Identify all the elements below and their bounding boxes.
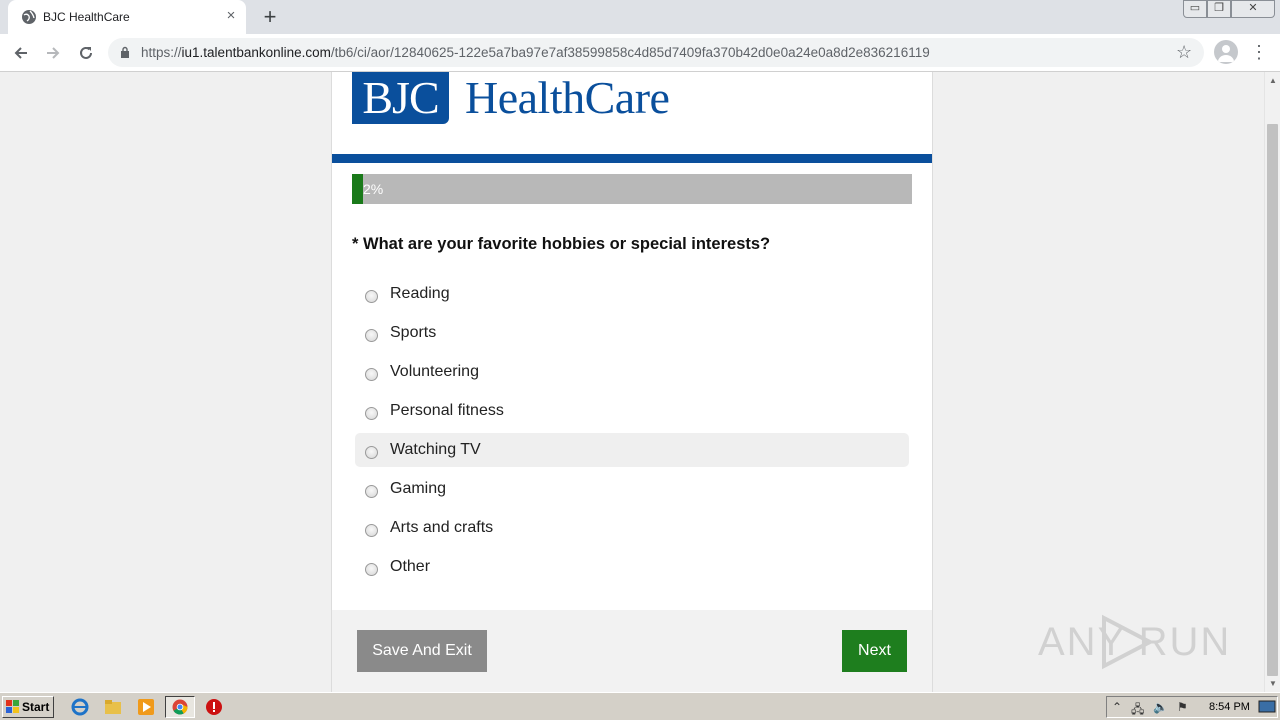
kebab-menu-icon[interactable]: ⋮ — [1250, 40, 1268, 64]
watermark-text: ANY RUN — [1038, 620, 1232, 664]
close-tab-icon[interactable]: × — [223, 8, 239, 24]
radio-button[interactable] — [365, 485, 378, 498]
url-text: https://iu1.talentbankonline.com/tb6/ci/… — [141, 45, 930, 60]
address-bar[interactable]: https://iu1.talentbankonline.com/tb6/ci/… — [108, 38, 1204, 67]
hobby-option[interactable]: Other — [355, 550, 909, 584]
hobby-option[interactable]: Sports — [355, 316, 909, 350]
system-tray: ⌃ 🖧 🔈 ⚑ 8:54 PM — [1106, 696, 1278, 718]
arrow-left-icon — [14, 47, 27, 59]
radio-button[interactable] — [365, 368, 378, 381]
vertical-scrollbar[interactable]: ▲ ▼ — [1264, 72, 1280, 692]
hobby-option[interactable]: Arts and crafts — [355, 511, 909, 545]
start-button[interactable]: Start — [2, 696, 54, 718]
progress-label: 2% — [363, 181, 384, 197]
hobby-option[interactable]: Watching TV — [355, 433, 909, 467]
minimize-window-button[interactable]: ▭ — [1183, 0, 1207, 18]
chrome-icon — [172, 699, 188, 715]
bookmark-star-icon[interactable]: ☆ — [1176, 42, 1192, 62]
url-scheme: https:// — [141, 45, 182, 60]
radio-button[interactable] — [365, 563, 378, 576]
page-viewport: BJC HealthCare 2% * What are your favori… — [0, 72, 1264, 692]
folder-icon[interactable] — [104, 698, 122, 716]
next-button[interactable]: Next — [842, 630, 907, 672]
back-button[interactable] — [8, 40, 34, 66]
application-form-card: BJC HealthCare 2% * What are your favori… — [331, 72, 933, 692]
logo-name: HealthCare — [465, 72, 670, 123]
radio-button[interactable] — [365, 446, 378, 459]
hobby-option-label: Watching TV — [390, 441, 481, 458]
anyrun-watermark: ANY RUN — [1038, 612, 1238, 672]
globe-icon — [22, 10, 36, 24]
hobby-option[interactable]: Volunteering — [355, 355, 909, 389]
hobby-option-label: Volunteering — [390, 363, 479, 380]
hobby-option[interactable]: Reading — [355, 277, 909, 311]
internet-explorer-icon[interactable] — [71, 698, 89, 716]
hobby-option-label: Other — [390, 558, 431, 575]
tab-title: BJC HealthCare — [43, 10, 130, 24]
show-desktop-icon[interactable] — [1258, 698, 1276, 716]
radio-button[interactable] — [365, 407, 378, 420]
restore-window-button[interactable]: ❐ — [1207, 0, 1231, 18]
taskbar-chrome-button[interactable] — [165, 696, 195, 718]
hobby-option-label: Reading — [390, 285, 450, 302]
scroll-up-arrow-icon[interactable]: ▲ — [1269, 76, 1277, 85]
radio-button[interactable] — [365, 290, 378, 303]
progress-bar: 2% — [352, 174, 912, 204]
media-player-icon[interactable] — [137, 698, 155, 716]
question-text: * What are your favorite hobbies or spec… — [352, 235, 771, 253]
bjc-logo: BJC HealthCare — [352, 72, 670, 124]
person-icon — [1218, 45, 1234, 62]
reload-icon — [80, 46, 92, 59]
start-label: Start — [22, 700, 50, 714]
hobby-option-label: Personal fitness — [390, 402, 504, 419]
reload-button[interactable] — [73, 40, 99, 66]
close-window-button[interactable]: ✕ — [1231, 0, 1275, 18]
scroll-thumb[interactable] — [1267, 124, 1278, 676]
lock-icon — [121, 46, 129, 58]
progress-fill — [352, 174, 364, 204]
hobby-option-label: Gaming — [390, 480, 447, 497]
hobby-option-label: Arts and crafts — [390, 519, 494, 536]
logo-mark: BJC — [352, 72, 449, 124]
save-and-exit-button[interactable]: Save And Exit — [357, 630, 487, 672]
network-icon[interactable]: 🖧 — [1131, 700, 1144, 720]
arrow-right-icon — [47, 47, 60, 59]
tray-expand-icon[interactable]: ⌃ — [1112, 700, 1122, 714]
forward-button[interactable] — [40, 40, 66, 66]
browser-toolbar: https://iu1.talentbankonline.com/tb6/ci/… — [0, 34, 1280, 72]
hobby-option[interactable]: Personal fitness — [355, 394, 909, 428]
browser-tab[interactable]: BJC HealthCare × — [8, 0, 246, 34]
hobby-option-label: Sports — [390, 324, 437, 341]
action-center-flag-icon[interactable]: ⚑ — [1177, 700, 1188, 714]
clock[interactable]: 8:54 PM — [1209, 701, 1250, 713]
volume-icon[interactable]: 🔈 — [1153, 700, 1168, 714]
browser-tab-strip: BJC HealthCare × + ▭ ❐ ✕ — [0, 0, 1280, 34]
form-footer: Save And Exit Next — [332, 610, 932, 692]
hobby-option[interactable]: Gaming — [355, 472, 909, 506]
radio-button[interactable] — [365, 329, 378, 342]
profile-avatar-icon[interactable] — [1214, 40, 1238, 64]
url-path: /tb6/ci/aor/12840625-122e5a7ba97e7af3859… — [330, 45, 930, 60]
windows-taskbar: Start ⌃ 🖧 🔈 ⚑ 8:54 PM — [0, 692, 1280, 720]
windows-flag-icon — [6, 700, 19, 713]
new-tab-button[interactable]: + — [258, 5, 282, 29]
radio-button[interactable] — [365, 524, 378, 537]
stop-alert-icon[interactable] — [205, 698, 223, 716]
scroll-down-arrow-icon[interactable]: ▼ — [1269, 679, 1277, 688]
brand-divider — [332, 154, 932, 163]
url-host: iu1.talentbankonline.com — [181, 45, 331, 60]
